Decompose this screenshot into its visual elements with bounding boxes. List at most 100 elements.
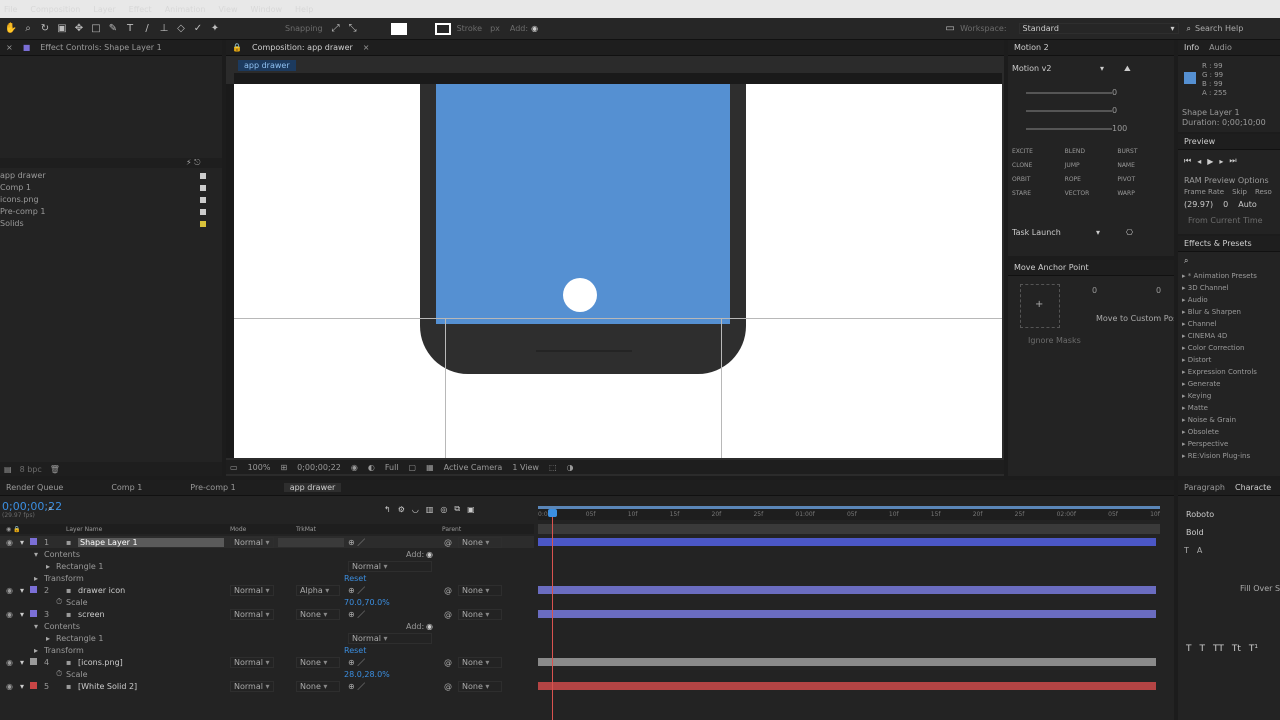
track-matte-dropdown[interactable]: None xyxy=(296,608,340,620)
label-color-swatch[interactable] xyxy=(200,209,206,215)
visibility-icon[interactable]: ◉ xyxy=(6,682,13,691)
resolution-dropdown[interactable]: Full xyxy=(385,463,399,472)
add-icon[interactable]: ◉ xyxy=(531,24,538,33)
label-color-swatch[interactable] xyxy=(200,185,206,191)
fill-over-stroke-dropdown[interactable]: Fill Over St xyxy=(1240,584,1280,593)
effects-category[interactable]: ▸ Matte xyxy=(1182,402,1280,414)
resolution-dropdown[interactable]: Auto xyxy=(1238,200,1257,209)
shape-blend-dropdown[interactable]: Normal xyxy=(348,632,432,644)
col-mode[interactable]: Mode xyxy=(230,526,246,533)
property-group-row[interactable]: ▸ Transform Reset xyxy=(0,644,534,656)
expand-triangle-icon[interactable]: ▸ xyxy=(34,646,38,655)
project-item[interactable]: Pre-comp 1 xyxy=(0,206,222,218)
motion-button-pivot[interactable]: PIVOT xyxy=(1117,176,1170,183)
layer-switches[interactable]: ⊕ ／ xyxy=(348,609,365,620)
interpret-footage-icon[interactable]: ▤ xyxy=(4,465,12,474)
blend-mode-dropdown[interactable]: Normal xyxy=(230,584,274,596)
expand-triangle-icon[interactable]: ▸ xyxy=(46,562,50,571)
menu-item-window[interactable]: Window xyxy=(250,5,282,14)
layer-duration-bar[interactable] xyxy=(538,586,1156,594)
blend-mode-dropdown[interactable]: Normal xyxy=(230,608,274,620)
expand-triangle-icon[interactable]: ▾ xyxy=(20,586,24,595)
bpc-label[interactable]: 8 bpc xyxy=(20,465,42,474)
tab-move-anchor[interactable]: Move Anchor Point xyxy=(1014,263,1089,272)
from-current-time-checkbox[interactable]: From Current Time xyxy=(1188,216,1263,225)
tab-preview[interactable]: Preview xyxy=(1184,137,1215,146)
project-item[interactable]: app drawer xyxy=(0,170,222,182)
project-item[interactable]: Comp 1 xyxy=(0,182,222,194)
eraser-tool-icon[interactable]: ◇ xyxy=(174,22,188,36)
motion-slider-2[interactable] xyxy=(1026,110,1112,112)
fill-swatch[interactable] xyxy=(390,22,407,35)
stroke-value[interactable]: px xyxy=(490,24,500,33)
menu-item-view[interactable]: View xyxy=(219,5,238,14)
track-matte-dropdown[interactable]: Alpha xyxy=(296,584,340,596)
layer-duration-bar[interactable] xyxy=(538,538,1156,546)
property-group-row[interactable]: ▾ Contents Add: ◉ xyxy=(0,620,534,632)
pickwhip-icon[interactable]: @ xyxy=(444,586,452,595)
snapshot-icon[interactable]: ◉ xyxy=(351,463,358,472)
tab-motion2[interactable]: Motion 2 xyxy=(1014,43,1049,52)
menu-item-help[interactable]: Help xyxy=(295,5,313,14)
layer-switches[interactable]: ⊕ ／ xyxy=(348,657,365,668)
search-help-input[interactable]: Search Help xyxy=(1195,24,1280,33)
skip-dropdown[interactable]: 0 xyxy=(1223,200,1228,209)
draft-3d-icon[interactable]: ⚙ xyxy=(398,505,405,514)
add-icon[interactable]: ◉ xyxy=(426,622,433,631)
font-style-dropdown[interactable]: Bold xyxy=(1186,528,1204,537)
layer-name[interactable]: screen xyxy=(78,610,105,619)
clone-stamp-tool-icon[interactable]: ⊥ xyxy=(157,22,171,36)
visibility-icon[interactable]: ◉ xyxy=(6,658,13,667)
timeline-tab-pre-comp-1[interactable]: Pre-comp 1 xyxy=(190,483,235,492)
blend-mode-dropdown[interactable]: Normal xyxy=(230,536,274,548)
faux-bold-button[interactable]: T xyxy=(1186,644,1192,654)
col-layer-name[interactable]: Layer Name xyxy=(66,526,102,533)
motion-preset-dropdown[interactable]: Motion v2 ▾ xyxy=(1012,64,1104,73)
parent-dropdown[interactable]: None xyxy=(458,656,502,668)
layer-duration-bar[interactable] xyxy=(538,610,1156,618)
tab-character[interactable]: Characte xyxy=(1235,483,1271,492)
col-trkmat[interactable]: TrkMat xyxy=(296,526,316,533)
transparency-grid-icon[interactable]: ▦ xyxy=(426,463,434,472)
reset-link[interactable]: Reset xyxy=(344,646,366,655)
comp-subtab[interactable]: app drawer xyxy=(238,60,296,71)
pickwhip-icon[interactable]: @ xyxy=(444,610,452,619)
timeline-tab-app-drawer[interactable]: app drawer xyxy=(283,483,342,492)
motion-slider-3[interactable] xyxy=(1026,128,1112,130)
motion-button-vector[interactable]: VECTOR xyxy=(1065,190,1118,197)
timeline-layer-row[interactable]: ◉ ▾ 3 ▪ screen Normal None ⊕ ／ @ None xyxy=(0,608,534,620)
effects-category[interactable]: ▸ Noise & Grain xyxy=(1182,414,1280,426)
playhead[interactable] xyxy=(552,510,553,720)
timeline-layer-row[interactable]: ◉ ▾ 4 ▪ [icons.png] Normal None ⊕ ／ @ None xyxy=(0,656,534,668)
faux-italic-button[interactable]: T xyxy=(1200,644,1206,654)
visibility-icon[interactable]: ◉ xyxy=(6,538,13,547)
expand-triangle-icon[interactable]: ▾ xyxy=(20,538,24,547)
previous-frame-icon[interactable]: ◂ xyxy=(1197,157,1201,166)
brush-tool-icon[interactable]: / xyxy=(140,22,154,36)
expand-triangle-icon[interactable]: ▸ xyxy=(46,634,50,643)
lock-icon[interactable]: 🔒 xyxy=(232,43,242,52)
menu-item-animation[interactable]: Animation xyxy=(165,5,206,14)
close-icon[interactable]: × xyxy=(6,43,13,52)
region-of-interest-icon[interactable]: ▢ xyxy=(409,463,417,472)
anchor-grid[interactable]: + xyxy=(1020,284,1060,328)
motion-slider-1[interactable] xyxy=(1026,92,1112,94)
type-tool-icon[interactable]: T xyxy=(123,22,137,36)
menu-item-effect[interactable]: Effect xyxy=(129,5,152,14)
label-color-swatch[interactable] xyxy=(200,221,206,227)
menu-item-composition[interactable]: Composition xyxy=(30,5,80,14)
motion-button-name[interactable]: NAME xyxy=(1117,162,1170,169)
search-icon[interactable]: ⌕ xyxy=(1184,256,1188,266)
comp-canvas[interactable] xyxy=(234,84,1002,458)
motion-button-excite[interactable]: EXCITE xyxy=(1012,148,1065,155)
motion-button-warp[interactable]: WARP xyxy=(1117,190,1170,197)
motion-button-jump[interactable]: JUMP xyxy=(1065,162,1118,169)
parent-dropdown[interactable]: None xyxy=(458,608,502,620)
roto-brush-tool-icon[interactable]: ✓ xyxy=(191,22,205,36)
menu-item-file[interactable]: File xyxy=(4,5,17,14)
timecode-display[interactable]: 0;00;00;22 xyxy=(297,463,341,472)
timeline-layer-row[interactable]: ◉ ▾ 1 ▪ Shape Layer 1 Normal ⊕ ／ @ None xyxy=(0,536,534,548)
frame-rate-dropdown[interactable]: (29.97) xyxy=(1184,200,1213,209)
effects-category[interactable]: ▸ Audio xyxy=(1182,294,1280,306)
motion-button-stare[interactable]: STARE xyxy=(1012,190,1065,197)
